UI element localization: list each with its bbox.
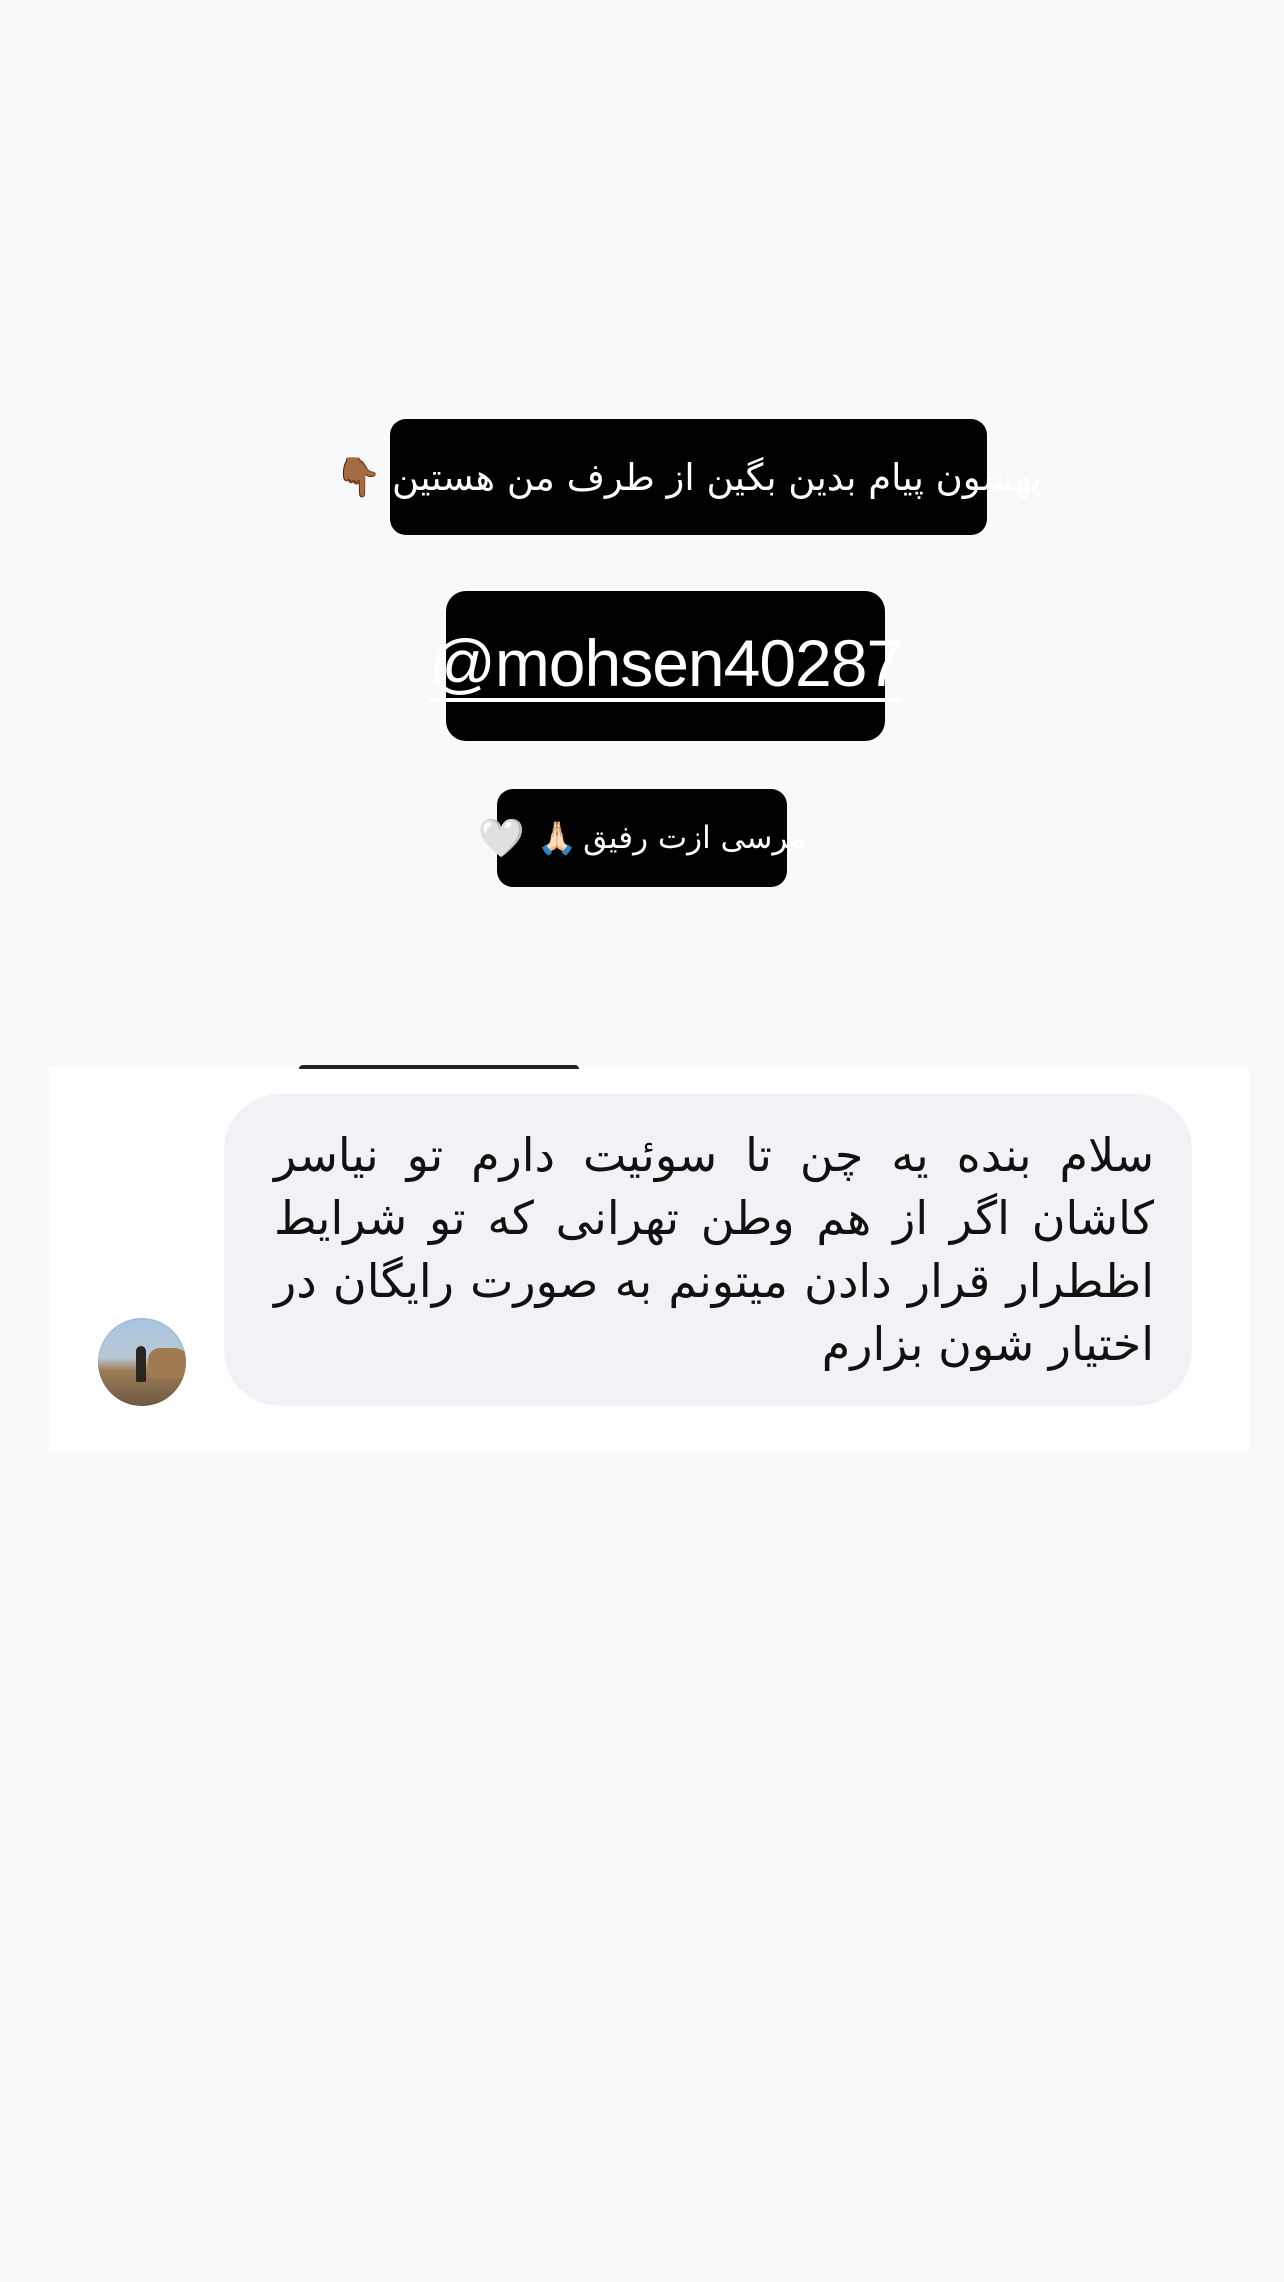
message-text: سلام بنده یه چن تا سوئیت دارم تو نیاسر ک…	[274, 1128, 1154, 1371]
avatar[interactable]	[98, 1318, 186, 1406]
praying-hands-icon: 🙏🏻	[537, 819, 578, 857]
thanks-text: مرسی ازت رفیق	[583, 820, 807, 856]
story-text-request: بهشون پیام بدین بگین از طرف من هستین 👇🏾	[335, 419, 1042, 535]
story-text-thanks: مرسی ازت رفیق 🙏🏻 🤍	[478, 789, 806, 887]
request-text: بهشون پیام بدین بگین از طرف من هستین	[392, 455, 1043, 499]
avatar-rock	[148, 1348, 186, 1378]
message-bubble: سلام بنده یه چن تا سوئیت دارم تو نیاسر ک…	[224, 1094, 1192, 1406]
pointing-down-icon: 👇🏾	[334, 454, 383, 499]
mention-username[interactable]: @mohsen40287	[428, 630, 903, 702]
shared-message-card: سلام بنده یه چن تا سوئیت دارم تو نیاسر ک…	[49, 1065, 1249, 1452]
card-top-edge	[299, 1065, 579, 1069]
white-heart-icon: 🤍	[477, 815, 526, 860]
avatar-figure	[136, 1346, 146, 1382]
mention-sticker[interactable]: @mohsen40287	[428, 591, 903, 741]
